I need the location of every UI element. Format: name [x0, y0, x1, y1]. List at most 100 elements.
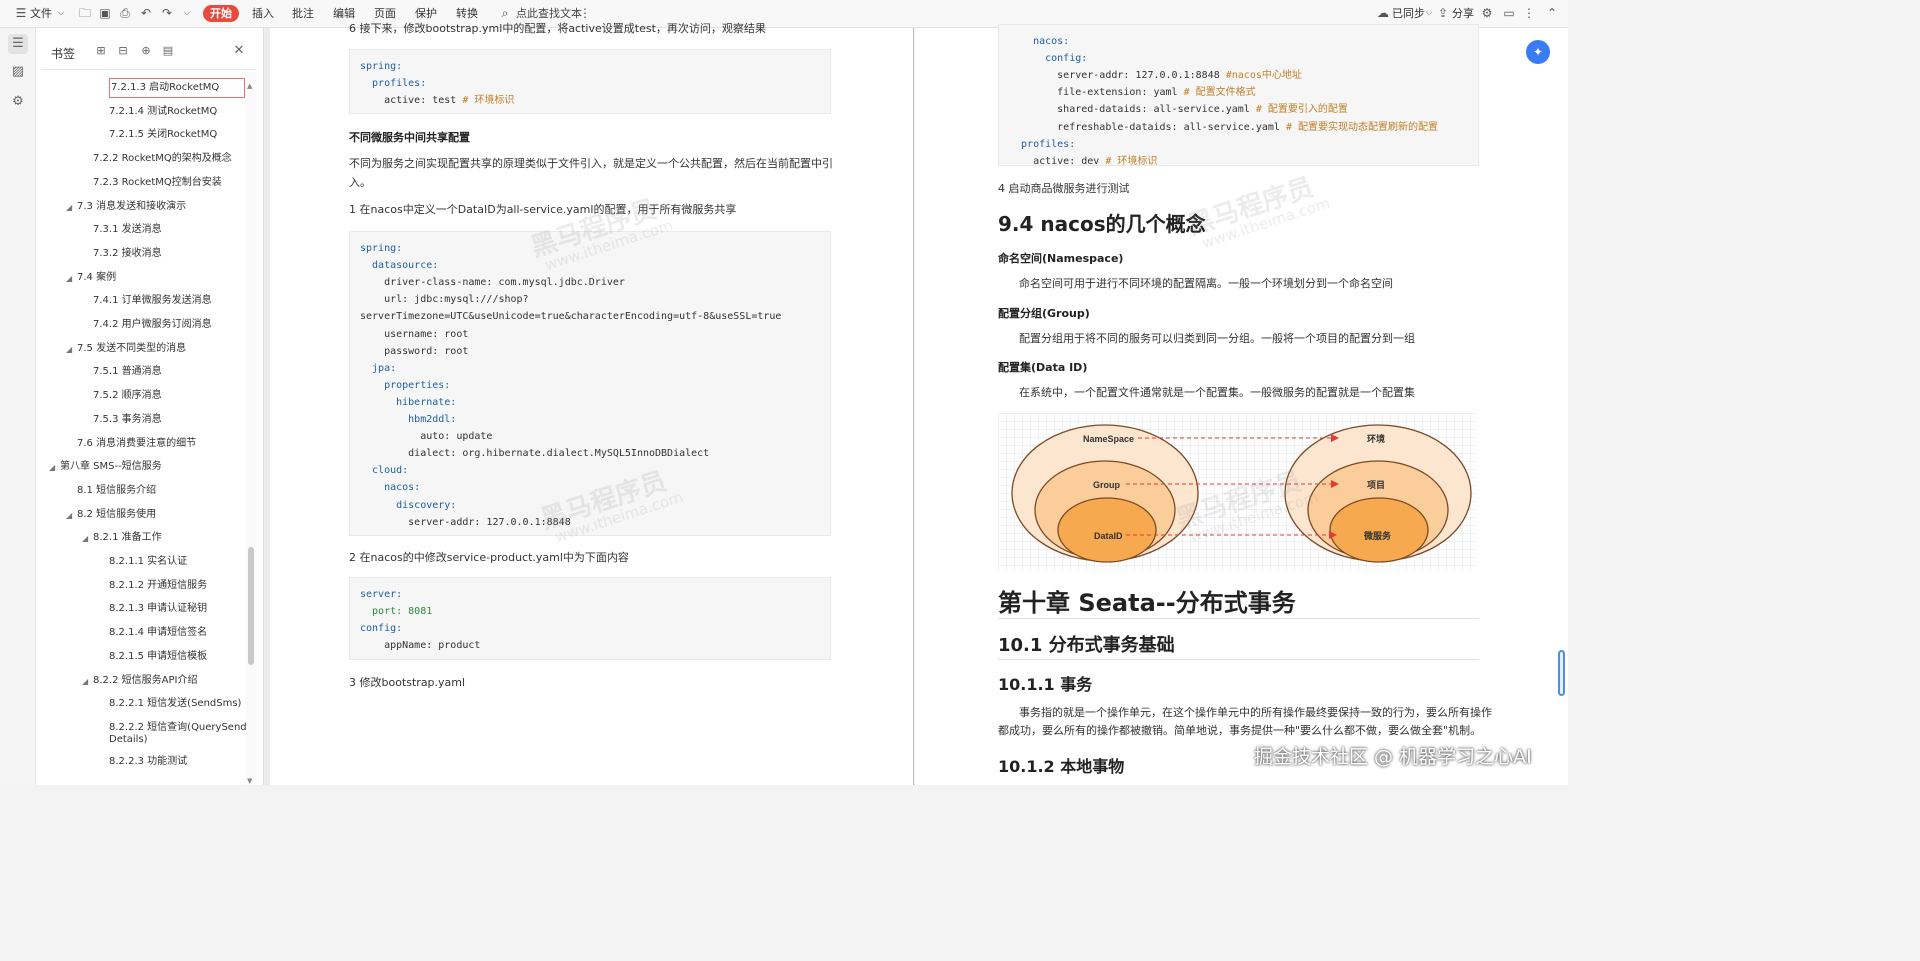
code-line: refreshable-dataids: all-service.yaml # … [1009, 119, 1438, 136]
redo-icon[interactable]: ↷ [160, 6, 174, 20]
paragraph-transaction-2: 都成功，要么所有的操作都被撤销。简单地说，事务提供一种"要么什么都不做，要么做全… [998, 724, 1482, 737]
tree-expand-icon[interactable]: ◢ [49, 463, 55, 472]
code-line: auto: update [360, 428, 492, 445]
chevron-down-icon[interactable]: ⌵ [54, 6, 68, 20]
code-line: profiles: [1009, 136, 1075, 153]
tab-comment[interactable]: 批注 [292, 5, 314, 23]
bookmark-item-continuation[interactable]: Details) [109, 734, 148, 754]
label-group: Group [1093, 480, 1120, 490]
tab-insert[interactable]: 插入 [252, 5, 274, 23]
comment-icon[interactable]: ▭ [1502, 6, 1516, 20]
code-block-nacos-config: nacos: config: server-addr: 127.0.0.1:88… [998, 24, 1479, 167]
code-block-profiles: spring: profiles: active: test # 环境标识 [349, 49, 831, 114]
bookmark-panel-title: 书签 [51, 47, 76, 61]
code-text: hibernate: [360, 396, 457, 408]
bookmark-item[interactable]: 8.2.1.2 开通短信服务 [109, 576, 207, 596]
save-icon[interactable]: ▣ [98, 6, 112, 20]
bookmark-item[interactable]: 第八章 SMS--短信服务 [60, 457, 162, 477]
code-text: url: jdbc:mysql:///shop? [360, 294, 529, 306]
tree-expand-icon[interactable]: ◢ [66, 345, 72, 354]
bookmark-item[interactable]: 7.4 案例 [77, 268, 116, 288]
bookmark-panel-icon[interactable]: ☰ [8, 34, 28, 54]
code-text: datasource: [360, 260, 439, 272]
settings-icon[interactable]: ⚙ [1480, 6, 1494, 20]
chevron-down-icon[interactable]: ⌵ [1422, 6, 1436, 20]
tree-expand-icon[interactable]: ◢ [66, 274, 72, 283]
code-text: config: [1009, 53, 1088, 65]
tools-icon[interactable]: ⚙ [8, 92, 28, 112]
bookmark-item[interactable]: 7.5.2 顺序消息 [93, 386, 162, 406]
bookmark-item[interactable]: 7.3 消息发送和接收演示 [77, 197, 186, 217]
bookmark-item[interactable]: 8.2.2.3 功能测试 [109, 752, 187, 772]
thumbnail-icon[interactable]: ▨ [8, 62, 28, 82]
bookmark-item[interactable]: 8.2.2 短信服务API介绍 [93, 671, 197, 691]
label-namespace: NameSpace [1083, 434, 1134, 444]
bookmark-item[interactable]: 8.2.1 准备工作 [93, 528, 162, 548]
print-icon[interactable]: ⎙ [118, 6, 132, 20]
code-line: port: 8081 [360, 606, 433, 617]
expand-all-icon[interactable]: ⊞ [94, 44, 108, 58]
bookmark-item[interactable]: 8.2.1.5 申请短信模板 [109, 647, 207, 667]
code-line: spring: [360, 240, 402, 257]
bookmark-item[interactable]: 8.2.1.1 实名认证 [109, 552, 187, 572]
divider [42, 69, 256, 70]
bookmark-item[interactable]: 7.2.2 RocketMQ的架构及概念 [93, 149, 232, 169]
tree-expand-icon[interactable]: ◢ [82, 677, 88, 686]
bookmark-item[interactable]: 7.2.1.3 启动RocketMQ [109, 78, 245, 98]
ai-assistant-icon[interactable]: ✦ [1526, 40, 1550, 64]
code-text: spring: [360, 243, 403, 254]
chapter-10-heading: 第十章 Seata--分布式事务 [998, 589, 1296, 617]
close-icon[interactable]: ✕ [232, 44, 246, 58]
divider [998, 659, 1479, 660]
term-dataid: 配置集(Data ID) [998, 361, 1088, 374]
scrollbar-thumb[interactable] [248, 547, 254, 665]
bookmark-item[interactable]: 7.4.1 订单微服务发送消息 [93, 291, 212, 311]
more-vertical-icon[interactable]: ⋮ [1522, 6, 1536, 20]
tab-start[interactable]: 开始 [203, 5, 239, 22]
bookmark-item[interactable]: 7.5.1 普通消息 [93, 362, 162, 382]
bookmark-item[interactable]: 7.2.1.5 关闭RocketMQ [109, 125, 217, 145]
term-group: 配置分组(Group) [998, 307, 1090, 320]
bookmark-item[interactable]: 8.2.2.1 短信发送(SendSms) [109, 694, 241, 714]
more-dropdown-icon[interactable]: ⌵ [180, 6, 194, 20]
file-menu[interactable]: 文件 [30, 5, 52, 23]
bookmark-item[interactable]: 7.3.2 接收消息 [93, 244, 162, 264]
bookmark-item[interactable]: 8.2.1.4 申请短信签名 [109, 623, 207, 643]
bookmark-item[interactable]: 8.2 短信服务使用 [77, 505, 156, 525]
share-button[interactable]: 分享 [1452, 5, 1474, 23]
bookmark-item[interactable]: 8.1 短信服务介绍 [77, 481, 156, 501]
page-scrollbar-thumb[interactable] [1558, 650, 1565, 696]
paragraph-namespace: 命名空间可用于进行不同环境的配置隔离。一般一个环境划分到一个命名空间 [1019, 277, 1393, 290]
code-text: profiles: [1009, 138, 1076, 150]
code-line: properties: [360, 377, 450, 394]
sync-status[interactable]: 已同步 [1392, 5, 1425, 23]
bookmark-settings-icon[interactable]: ▤ [161, 44, 175, 58]
bookmark-item[interactable]: 7.6 消息消费要注意的细节 [77, 434, 196, 454]
bookmark-item[interactable]: 7.5.3 事务消息 [93, 410, 162, 430]
more-icon[interactable]: ⋮ [578, 6, 592, 20]
search-icon[interactable]: ⌕ [498, 6, 512, 20]
bookmark-item[interactable]: 7.3.1 发送消息 [93, 220, 162, 240]
bookmark-item[interactable]: 7.5 发送不同类型的消息 [77, 339, 186, 359]
bookmark-item[interactable]: 8.2.1.3 申请认证秘钥 [109, 599, 207, 619]
scroll-up-icon[interactable]: ▲ [247, 82, 252, 90]
menu-icon[interactable]: ☰ [14, 6, 28, 20]
open-folder-icon[interactable]: 🗀 [78, 6, 92, 20]
bookmark-item[interactable]: 7.4.2 用户微服务订阅消息 [93, 315, 212, 335]
scroll-down-icon[interactable]: ▼ [247, 777, 252, 785]
tree-expand-icon[interactable]: ◢ [66, 203, 72, 212]
paragraph-step4: 4 启动商品微服务进行测试 [998, 182, 1130, 195]
collapse-all-icon[interactable]: ⊟ [116, 44, 130, 58]
code-line: serverTimezone=UTC&useUnicode=true&chara… [360, 308, 781, 325]
code-line: dialect: org.hibernate.dialect.MySQL5Inn… [360, 445, 709, 462]
tree-expand-icon[interactable]: ◢ [82, 534, 88, 543]
bookmark-item[interactable]: 7.2.1.4 测试RocketMQ [109, 102, 217, 122]
code-text: serverTimezone=UTC&useUnicode=true&chara… [360, 311, 782, 323]
code-line: appName: product [360, 640, 481, 651]
undo-icon[interactable]: ↶ [139, 6, 153, 20]
collapse-icon[interactable]: ⌃ [1545, 6, 1559, 20]
bookmark-item[interactable]: 7.2.3 RocketMQ控制台安装 [93, 173, 222, 193]
add-bookmark-icon[interactable]: ⊕ [139, 44, 153, 58]
bookmark-scrollbar[interactable]: ▲ ▼ [246, 72, 256, 785]
tree-expand-icon[interactable]: ◢ [66, 511, 72, 520]
